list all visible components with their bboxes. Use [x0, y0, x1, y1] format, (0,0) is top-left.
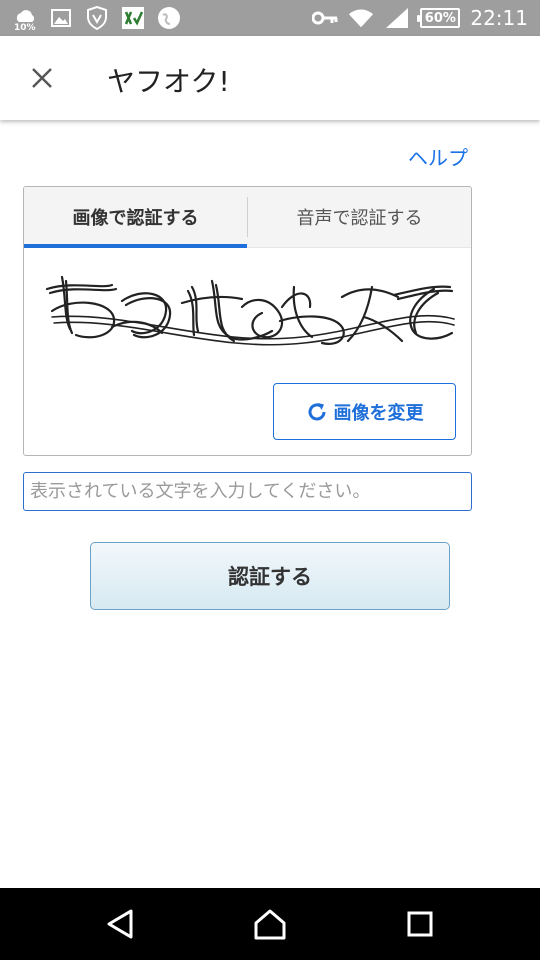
- home-icon: [254, 909, 286, 940]
- status-bar-system: 60% 22:11: [312, 4, 528, 32]
- shield-icon: [84, 5, 110, 31]
- weather-badge: 10%: [14, 23, 36, 33]
- submit-button[interactable]: 認証する: [90, 542, 450, 610]
- submit-label: 認証する: [228, 565, 312, 589]
- captcha-tabs: 画像で認証する 音声で認証する: [24, 187, 471, 248]
- nav-bar: [0, 888, 540, 960]
- status-bar: 10% 60% 22:11: [0, 0, 540, 36]
- home-button[interactable]: [248, 902, 292, 946]
- recents-icon: [407, 911, 433, 937]
- battery-level: 60%: [424, 10, 456, 26]
- refresh-icon: [308, 402, 325, 420]
- recents-button[interactable]: [398, 902, 442, 946]
- status-bar-notifications: 10%: [12, 4, 182, 33]
- weather-icon: 10%: [12, 5, 38, 33]
- back-button[interactable]: [98, 902, 142, 946]
- tab-audio-auth[interactable]: 音声で認証する: [248, 187, 471, 247]
- app-icon: [120, 5, 146, 31]
- change-image-label: 画像を変更: [333, 402, 424, 424]
- globe-icon: [156, 5, 182, 31]
- close-icon: [32, 68, 52, 88]
- back-icon: [107, 909, 133, 939]
- wifi-icon: [348, 5, 374, 31]
- change-image-button[interactable]: 画像を変更: [273, 383, 456, 440]
- status-clock: 22:11: [470, 6, 528, 30]
- image-icon: [48, 5, 74, 31]
- page-title: ヤフオク!: [107, 65, 230, 98]
- battery-icon: 60%: [417, 8, 461, 28]
- captcha-card: 画像で認証する 音声で認証する 画像を変更: [23, 186, 472, 456]
- captcha-image: [45, 275, 455, 346]
- help-link[interactable]: ヘルプ: [408, 142, 468, 171]
- signal-icon: [384, 5, 410, 31]
- close-button[interactable]: [22, 58, 62, 98]
- key-icon: [312, 5, 338, 31]
- app-bar: ヤフオク!: [0, 36, 540, 120]
- tab-image-auth[interactable]: 画像で認証する: [24, 187, 247, 248]
- captcha-input[interactable]: [23, 472, 472, 511]
